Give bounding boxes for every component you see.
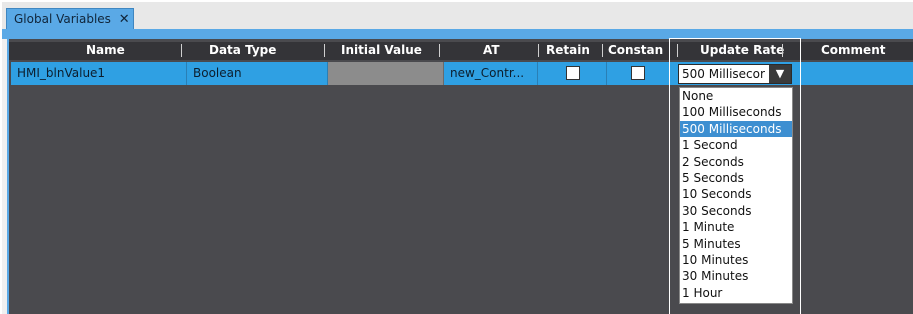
dropdown-option[interactable]: 5 Minutes	[680, 236, 792, 252]
header-comment[interactable]: Comment	[821, 43, 885, 57]
column-divider[interactable]	[782, 44, 783, 57]
dropdown-option[interactable]: 1 Minute	[680, 219, 792, 235]
dropdown-option[interactable]: 100 Milliseconds	[680, 104, 792, 120]
dropdown-option[interactable]: 1 Second	[680, 137, 792, 153]
column-divider[interactable]	[677, 44, 678, 57]
header-name[interactable]: Name	[86, 43, 125, 57]
dropdown-option[interactable]: 500 Milliseconds	[680, 120, 792, 138]
close-icon[interactable]: ✕	[119, 12, 130, 27]
column-divider[interactable]	[324, 44, 325, 57]
tab-global-variables[interactable]: Global Variables ✕	[6, 8, 134, 30]
header-retain[interactable]: Retain	[546, 43, 590, 57]
column-divider[interactable]	[439, 44, 440, 57]
cell-data-type[interactable]: Boolean	[187, 62, 328, 85]
cell-at[interactable]: new_Contr...	[444, 62, 538, 85]
update-rate-select[interactable]: 500 Millisecor ▼	[678, 64, 792, 84]
tab-underline	[2, 29, 913, 39]
header-initial-value[interactable]: Initial Value	[341, 43, 422, 57]
column-divider[interactable]	[538, 44, 539, 57]
dropdown-option[interactable]: None	[680, 88, 792, 104]
header-at[interactable]: AT	[483, 43, 500, 57]
update-rate-options: None 100 Milliseconds 500 Milliseconds 1 Se…	[679, 87, 793, 304]
update-rate-value: 500 Millisecor	[682, 67, 765, 81]
dropdown-option[interactable]: 2 Seconds	[680, 154, 792, 170]
chevron-down-icon[interactable]: ▼	[769, 65, 791, 83]
cell-name[interactable]: HMI_blnValue1	[11, 62, 187, 85]
header-data-type[interactable]: Data Type	[209, 43, 276, 57]
dropdown-option[interactable]: 30 Minutes	[680, 268, 792, 284]
column-divider[interactable]	[181, 44, 182, 57]
column-divider[interactable]	[602, 44, 603, 57]
dropdown-option[interactable]: 10 Seconds	[680, 186, 792, 202]
header-update-rate[interactable]: Update Rate	[700, 43, 784, 57]
table-header: Name Data Type Initial Value AT Retain C…	[9, 42, 913, 60]
tab-title: Global Variables	[14, 12, 111, 26]
constant-checkbox[interactable]	[631, 66, 645, 80]
cell-initial-value[interactable]	[328, 62, 444, 85]
dropdown-option[interactable]: 30 Seconds	[680, 203, 792, 219]
tab-strip: Global Variables ✕	[2, 2, 913, 30]
header-constant[interactable]: Constan	[608, 43, 663, 57]
dropdown-option[interactable]: 1 Hour	[680, 285, 792, 301]
dropdown-option[interactable]: 10 Minutes	[680, 252, 792, 268]
dropdown-option[interactable]: 5 Seconds	[680, 170, 792, 186]
retain-checkbox[interactable]	[566, 66, 580, 80]
